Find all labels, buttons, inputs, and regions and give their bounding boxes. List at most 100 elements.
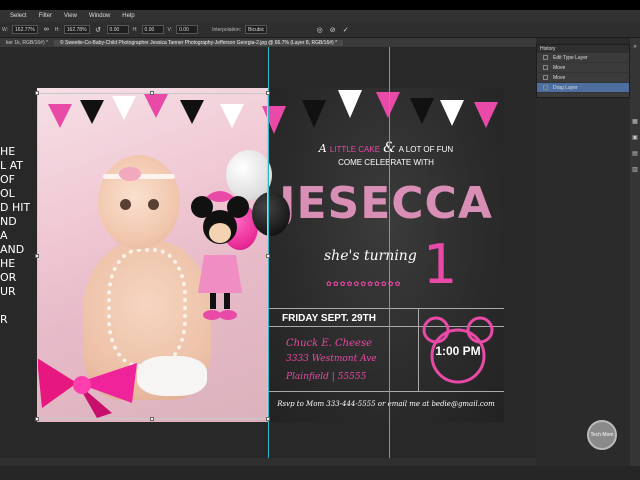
flower-divider-icon: ✿✿✿✿✿✿✿✿✿✿✿	[326, 281, 402, 288]
height-field[interactable]: 162.78%	[63, 25, 90, 34]
layers-panel-icon[interactable]: ▦	[631, 118, 639, 126]
history-panel: History Edit Type Layer Move Move Drag L…	[536, 44, 630, 98]
transform-handle[interactable]	[266, 91, 270, 95]
menu-help[interactable]: Help	[116, 13, 140, 19]
overlay-line: A	[0, 229, 8, 242]
menu-window[interactable]: Window	[83, 13, 116, 19]
overlay-line: UR	[0, 285, 16, 298]
transform-handle[interactable]	[266, 417, 270, 421]
status-bar	[0, 458, 536, 466]
transform-handle[interactable]	[150, 91, 154, 95]
timeline-strip	[0, 466, 640, 480]
h-skew-field[interactable]: 0.00	[141, 25, 164, 34]
tab-previous-document[interactable]: ker 1k, RGB/16#) *	[0, 40, 54, 46]
title-bar	[0, 0, 640, 10]
interpolation-label: Interpolation:	[212, 26, 241, 33]
bunting-flag	[338, 90, 362, 118]
history-item-label: Edit Type Layer	[553, 54, 588, 61]
transform-bounding-box[interactable]	[37, 93, 268, 419]
transform-handle[interactable]	[35, 91, 39, 95]
transform-handle[interactable]	[35, 254, 39, 258]
transform-options-bar: W: 162.77% ∞ H: 162.78% ↺ 0.00 H: 0.00 V…	[0, 22, 640, 38]
channel-logo-watermark: Tech Mom	[587, 420, 617, 450]
vertical-guide[interactable]	[389, 47, 390, 458]
transform-handle[interactable]	[150, 417, 154, 421]
overlay-line: AND	[0, 243, 25, 256]
history-item-label: Move	[553, 74, 566, 81]
menu-filter[interactable]: Filter	[33, 13, 58, 19]
tagline-little-cake: LITTLE CAKE	[329, 145, 381, 154]
bunting-flag	[474, 102, 498, 128]
properties-panel-icon[interactable]: ▤	[631, 150, 639, 158]
turning-text: she's turning	[324, 248, 417, 264]
overlay-line: HE	[0, 257, 16, 270]
history-item[interactable]: Move	[537, 73, 629, 83]
rotate-icon: ↺	[95, 26, 101, 34]
age-number: 1	[423, 233, 458, 296]
width-field[interactable]: 162.77%	[12, 25, 38, 34]
overlay-line: OF	[0, 173, 15, 186]
adjustments-panel-icon[interactable]: ▣	[631, 134, 639, 142]
menu-select[interactable]: Select	[4, 13, 33, 19]
history-item-label: Drag Layer	[553, 84, 578, 91]
document-tab-bar: ker 1k, RGB/16#) * © Sweetie-Co-Baby-Chi…	[0, 38, 536, 47]
overlay-line	[0, 299, 30, 313]
v-skew-label: V:	[167, 26, 173, 33]
rsvp-text: Rsvp to Mom 333-444-5555 or email me at …	[277, 400, 495, 408]
bunting-flag	[410, 98, 434, 124]
collapse-panels-icon[interactable]: »	[631, 44, 639, 52]
warp-icon[interactable]: ◎	[315, 26, 324, 34]
history-panel-title[interactable]: History	[537, 45, 629, 53]
divider-bottom	[268, 391, 504, 392]
menu-bar: Select Filter View Window Help	[0, 10, 640, 22]
interpolation-select[interactable]: Bicubic	[245, 25, 268, 34]
invitation-chalkboard-layer[interactable]: A LITTLE CAKE & A LOT OF FUN COME CELEBR…	[268, 88, 504, 422]
history-step-icon	[543, 65, 548, 70]
tagline: A LITTLE CAKE & A LOT OF FUN	[268, 140, 504, 156]
h-skew-label: H:	[132, 26, 138, 33]
divider-top	[268, 308, 504, 309]
history-item-active[interactable]: Drag Layer	[537, 83, 629, 93]
venue-city: Plainfield | 55555	[286, 372, 367, 382]
link-icon[interactable]: ∞	[42, 26, 51, 33]
w-label: W:	[2, 26, 9, 33]
bunting-flag	[440, 100, 464, 126]
overlay-line: ND	[0, 215, 17, 228]
menu-view[interactable]: View	[58, 13, 83, 19]
tab-active-document[interactable]: © Sweetie-Co-Baby-Child Photographer Jes…	[53, 39, 344, 46]
overlay-line: R	[0, 313, 8, 326]
overlay-line: OR	[0, 271, 17, 284]
overlay-line: OL	[0, 187, 15, 200]
tagline-lot-of-fun: A LOT OF FUN	[398, 145, 454, 154]
cancel-transform-icon[interactable]: ⊘	[328, 26, 337, 34]
transform-handle[interactable]	[35, 417, 39, 421]
tagline-a: A	[318, 142, 327, 155]
event-date: FRIDAY SEPT. 29TH	[282, 313, 376, 324]
left-overlay-text: HE L AT OF OL D HIT ND A AND HE OR UR R	[0, 145, 30, 327]
overlay-line: HE	[0, 145, 16, 158]
history-panel-icon[interactable]: ▥	[631, 166, 639, 174]
history-item-label: Move	[553, 64, 566, 71]
come-celebrate-text: COME CELEBRATE WITH	[338, 158, 434, 167]
event-time: 1:00 PM	[435, 344, 481, 358]
history-step-icon	[543, 75, 548, 80]
bunting-flag	[302, 100, 326, 128]
history-step-icon	[543, 55, 548, 60]
overlay-line: D HIT	[0, 201, 30, 214]
bunting-flag	[376, 92, 400, 118]
history-item[interactable]: Edit Type Layer	[537, 53, 629, 63]
v-skew-field[interactable]: 0.00	[176, 25, 199, 34]
venue-name: Chuck E. Cheese	[286, 338, 373, 349]
venue-address: 3333 Westmont Ave	[286, 354, 377, 364]
panel-dock-strip: » ▦ ▣ ▤ ▥	[630, 38, 640, 466]
history-step-icon	[543, 85, 548, 90]
transform-handle[interactable]	[266, 254, 270, 258]
history-item[interactable]: Move	[537, 63, 629, 73]
commit-transform-icon[interactable]: ✓	[341, 26, 350, 34]
overlay-line: L AT	[0, 159, 24, 172]
vertical-guide[interactable]	[268, 47, 269, 458]
angle-field[interactable]: 0.00	[106, 25, 129, 34]
right-panel-column	[536, 38, 630, 466]
h-label: H:	[54, 26, 60, 33]
celebrant-name: JESECCA	[279, 178, 493, 229]
